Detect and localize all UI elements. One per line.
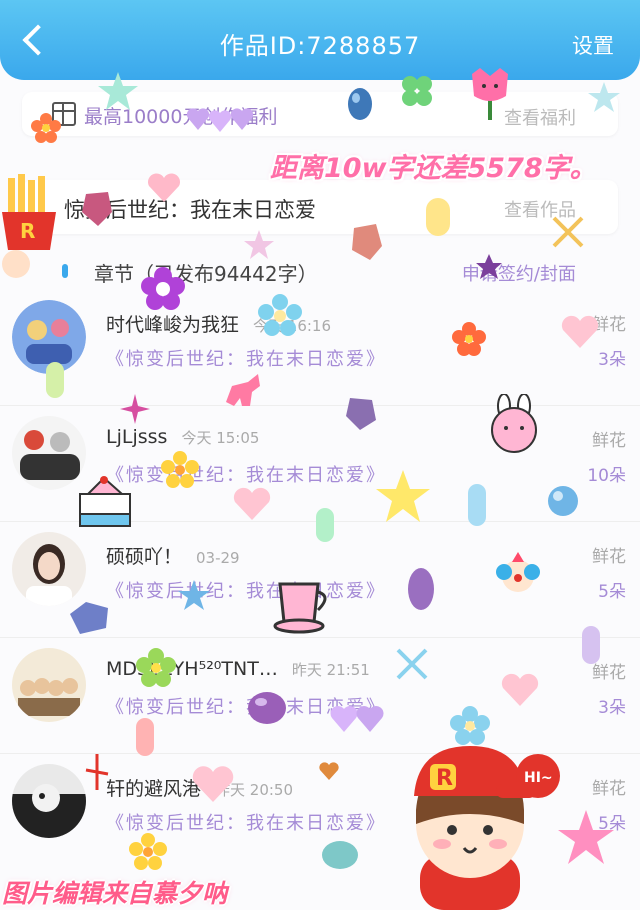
hearts-sticker-icon [330, 706, 384, 732]
hi-bubble-text: HI~ [524, 770, 553, 786]
pill-sticker-icon [46, 362, 64, 398]
star-sticker-icon [244, 230, 274, 259]
star-sticker-icon [476, 254, 502, 279]
star-sticker-icon [376, 470, 430, 522]
gift-time: 今天 15:05 [181, 429, 260, 447]
sender-name: LjLjsss 今天 15:05 [106, 426, 260, 448]
horse-sticker-icon [226, 374, 260, 406]
heart-sticker-icon [192, 766, 234, 802]
fries-sticker-icon: R [2, 174, 56, 278]
flower-sticker-icon [161, 451, 199, 488]
flower-sticker-icon [452, 322, 486, 356]
page-title: 作品ID:7288857 [219, 32, 421, 60]
pill-sticker-icon [468, 484, 486, 526]
edit-credit-watermark: 图片编辑来自慕夕呐 [2, 879, 228, 908]
flower-label: 鲜花 [592, 547, 626, 567]
bunny-sticker-icon [491, 394, 537, 453]
view-benefit-link[interactable]: 查看福利 [504, 104, 576, 130]
tulip-sticker-icon [472, 68, 508, 120]
gem-sticker-icon [548, 486, 578, 516]
word-count-banner: 距离10w字还差5578字。 [270, 153, 597, 184]
gem-sticker-icon [346, 398, 376, 430]
flower-sticker-icon [129, 833, 167, 870]
r-logo-text: R [436, 766, 453, 791]
avatar[interactable] [12, 648, 86, 722]
sparkle-sticker-icon [120, 394, 150, 424]
clover-sticker-icon [402, 76, 432, 106]
gift-time: 昨天 21:51 [291, 661, 370, 679]
gem-sticker-icon [82, 192, 112, 226]
book-title: 《惊变后世纪：我在末日恋爱》 [106, 349, 386, 370]
flower-label: 鲜花 [592, 431, 626, 451]
girl-mascot-sticker-icon: R HI~ [414, 746, 560, 910]
hearts-sticker-icon [186, 108, 254, 132]
avatar[interactable] [12, 764, 86, 838]
book-title: 《惊变后世纪：我在末日恋爱》 [106, 581, 386, 602]
list-item[interactable]: MDSLZYH⁵²⁰TNT… 昨天 21:51 《惊变后世纪：我在末日恋爱》 鲜花… [0, 638, 640, 754]
sender-name: 硕硕吖！ 03-29 [106, 546, 240, 568]
heart-sticker-icon [148, 173, 180, 202]
heart-sticker-icon [561, 315, 599, 348]
chapter-label: 章节（已发布94442字） [94, 262, 318, 286]
star-sticker-icon [588, 82, 620, 112]
star-sticker-icon [558, 810, 614, 864]
gift-time: 03-29 [196, 549, 240, 567]
settings-button[interactable]: 设置 [572, 30, 614, 60]
flower-sticker-icon [136, 648, 176, 687]
gem-sticker-icon [348, 88, 372, 120]
flower-sticker-icon [31, 113, 61, 143]
r-logo-text: R [20, 219, 35, 243]
star-sticker-icon [178, 580, 210, 610]
flower-count: 5朵 [598, 582, 626, 602]
pill-sticker-icon [582, 626, 600, 664]
flower-count: 3朵 [598, 698, 626, 718]
gem-sticker-icon [248, 692, 286, 724]
sparkle-sticker-icon [552, 216, 584, 248]
star-sticker-icon [98, 72, 138, 110]
flower-sticker-icon [141, 267, 185, 310]
pill-sticker-icon [426, 198, 450, 236]
cup-sticker-icon [273, 582, 327, 634]
book-title: 《惊变后世纪：我在末日恋爱》 [106, 465, 386, 486]
flower-count: 3朵 [598, 350, 626, 370]
heart-sticker-icon [501, 673, 539, 706]
flower-label: 鲜花 [592, 779, 626, 799]
list-item[interactable]: 时代峰峻为我狂今天 16:16 《惊变后世纪：我在末日恋爱》 鲜花 3朵 [0, 290, 640, 406]
gem-sticker-icon [70, 602, 108, 634]
gem-sticker-icon [408, 568, 434, 610]
sparkle-sticker-icon [85, 754, 109, 790]
pill-sticker-icon [136, 718, 154, 756]
top-bar: 作品ID:7288857 设置 [0, 0, 640, 80]
gem-sticker-icon [322, 841, 358, 869]
pill-sticker-icon [316, 508, 334, 542]
sparkle-sticker-icon [396, 648, 428, 680]
avatar[interactable] [12, 532, 86, 606]
flower-sticker-icon [450, 706, 490, 745]
flower-sticker-icon [258, 294, 302, 336]
clown-sticker-icon [496, 552, 540, 592]
heart-sticker-icon [233, 487, 271, 520]
gem-sticker-icon [352, 224, 382, 260]
heart-sticker-icon [319, 762, 339, 780]
cake-sticker-icon [79, 476, 131, 527]
flower-count: 10朵 [587, 466, 626, 486]
